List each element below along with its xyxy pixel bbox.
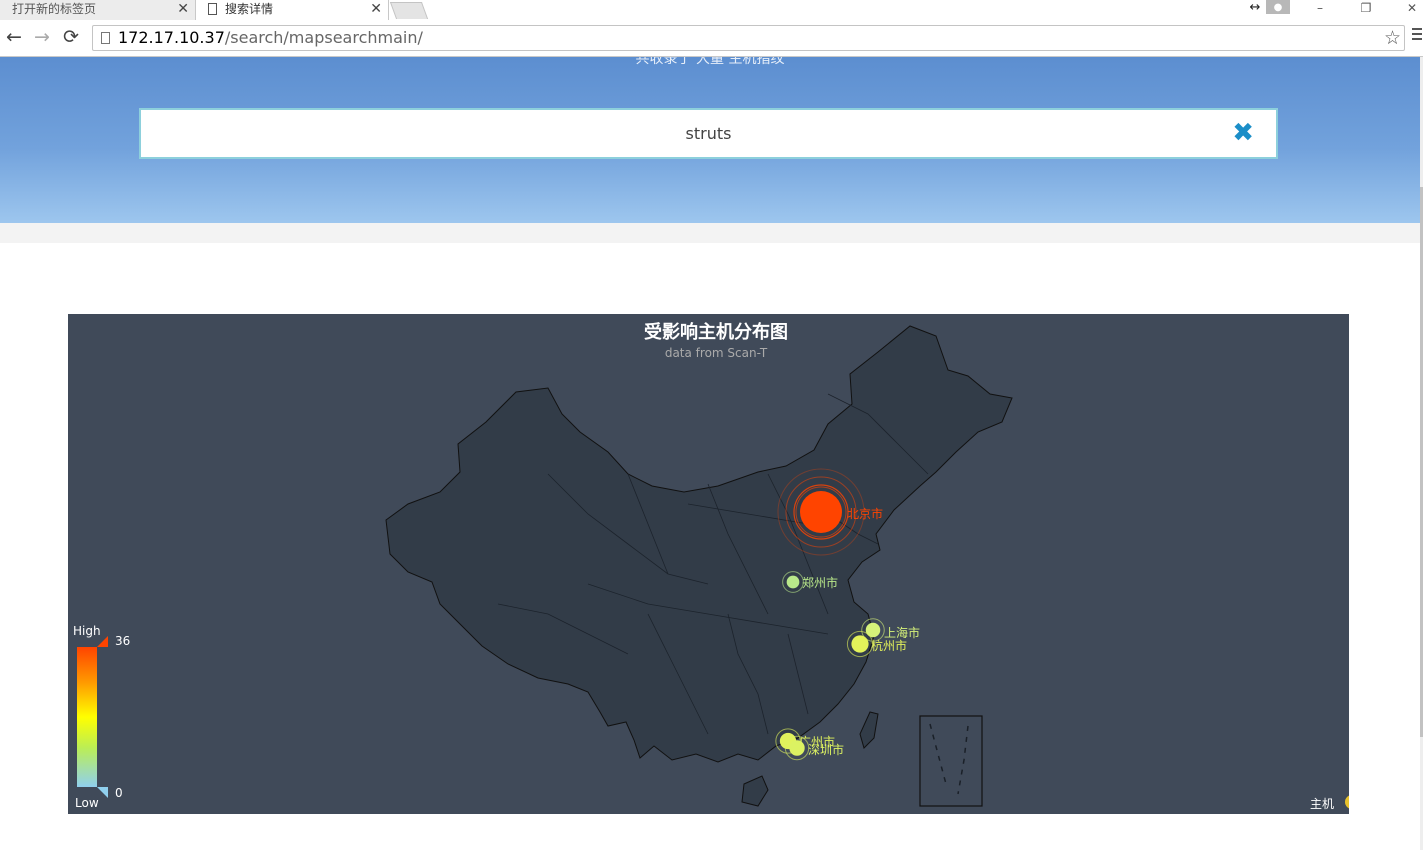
city-label: 上海市 bbox=[884, 625, 920, 640]
city-label: 郑州市 bbox=[802, 575, 838, 590]
url-host: 172.17.10.37 bbox=[118, 28, 225, 47]
city-marker[interactable] bbox=[800, 491, 842, 533]
tab-close-icon[interactable]: ✕ bbox=[370, 0, 382, 19]
visual-map-top-handle[interactable] bbox=[97, 636, 108, 647]
south-china-sea-inset bbox=[919, 715, 983, 807]
tab-search-detail[interactable]: 搜索详情 ✕ bbox=[197, 0, 389, 20]
tab-title: 搜索详情 bbox=[225, 2, 274, 16]
tab-new-tab[interactable]: 打开新的标签页 ✕ bbox=[0, 0, 196, 20]
chart-subtitle: data from Scan-T bbox=[664, 346, 768, 360]
visual-map-low-label: Low bbox=[75, 796, 99, 810]
browser-toolbar: ← → ⟳ 172.17.10.37/search/mapsearchmain/… bbox=[0, 20, 1423, 57]
url-path: /search/mapsearchmain/ bbox=[224, 28, 423, 47]
forward-arrow-icon[interactable]: → bbox=[31, 26, 53, 48]
user-icon[interactable]: ● bbox=[1266, 0, 1290, 14]
maximize-icon[interactable]: ❐ bbox=[1356, 0, 1376, 16]
clear-x-icon[interactable]: ✖ bbox=[1232, 118, 1254, 148]
minimize-icon[interactable]: – bbox=[1310, 0, 1330, 16]
hainan-shape bbox=[741, 775, 769, 807]
city-marker[interactable] bbox=[865, 622, 881, 638]
visual-map-max: 36 bbox=[115, 634, 131, 648]
chart-title: 受影响主机分布图 bbox=[644, 322, 788, 343]
city-label: 杭州市 bbox=[871, 638, 907, 653]
new-tab-button[interactable] bbox=[389, 2, 429, 19]
page-icon bbox=[101, 32, 110, 44]
address-bar[interactable]: 172.17.10.37/search/mapsearchmain/ ☆ bbox=[92, 25, 1405, 51]
close-icon[interactable]: ✕ bbox=[1402, 0, 1422, 16]
divider-band bbox=[0, 223, 1420, 243]
legend-label[interactable]: 主机 bbox=[1310, 795, 1334, 812]
visual-map-min: 0 bbox=[115, 786, 123, 800]
document-icon bbox=[208, 3, 217, 15]
bookmark-star-icon[interactable]: ☆ bbox=[1384, 26, 1401, 50]
menu-icon[interactable] bbox=[1412, 28, 1422, 43]
url-text[interactable]: 172.17.10.37/search/mapsearchmain/ bbox=[118, 26, 423, 50]
tab-title: 打开新的标签页 bbox=[12, 2, 97, 16]
search-hero: 共收录了 大量 主机指纹 struts ✖ bbox=[0, 57, 1420, 223]
tab-close-icon[interactable]: ✕ bbox=[177, 0, 189, 19]
city-label: 深圳市 bbox=[808, 742, 844, 757]
reload-icon[interactable]: ⟳ bbox=[60, 26, 82, 48]
tab-strip: 打开新的标签页 ✕ 搜索详情 ✕ ↔ ● – ❐ ✕ bbox=[0, 0, 1423, 20]
city-marker[interactable] bbox=[786, 575, 800, 589]
china-map-svg: 北京市郑州市上海市杭州市广州市深圳市 bbox=[385, 325, 1013, 807]
search-value[interactable]: struts bbox=[141, 110, 1276, 157]
city-label: 北京市 bbox=[847, 506, 883, 521]
china-mainland-shape bbox=[385, 325, 1013, 763]
city-marker[interactable] bbox=[789, 740, 805, 756]
city-marker[interactable] bbox=[851, 635, 869, 653]
inset-islands bbox=[929, 723, 969, 795]
visual-map-gradient[interactable] bbox=[77, 647, 97, 787]
back-arrow-icon[interactable]: ← bbox=[3, 26, 25, 48]
host-distribution-map: 北京市 郑州市 上海市 杭州市 广州市 深圳市 受影响主机分布图 data from Sc… bbox=[68, 314, 1349, 814]
hero-caption: 共收录了 大量 主机指纹 bbox=[635, 57, 785, 67]
resize-icon: ↔ bbox=[1249, 0, 1261, 15]
search-input[interactable]: struts ✖ bbox=[139, 108, 1278, 159]
taiwan-shape bbox=[859, 711, 879, 749]
